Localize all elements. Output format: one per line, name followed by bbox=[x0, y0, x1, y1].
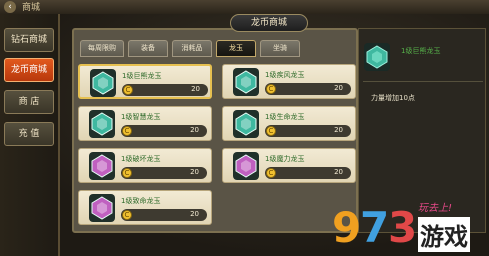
menu-store[interactable]: 商 店 bbox=[4, 90, 54, 114]
dragon-coin-icon: C bbox=[266, 84, 276, 94]
dragon-coin-icon: C bbox=[266, 126, 276, 136]
dragon-jade-gem-icon bbox=[89, 152, 115, 180]
item-name: 1级魔力龙玉 bbox=[265, 155, 305, 163]
watermark-slogan: 玩去上! bbox=[418, 203, 453, 214]
back-arrow-icon[interactable]: ‹ bbox=[4, 1, 16, 13]
price-bar: C 20 bbox=[122, 84, 208, 96]
shop-item-card[interactable]: 1级疾风龙玉 C 20 bbox=[222, 64, 356, 99]
price-bar: C 20 bbox=[121, 125, 207, 137]
site-watermark-logo: 玩去上! 9 7 3 游戏 bbox=[330, 195, 489, 256]
watermark-digit-7: 7 bbox=[360, 203, 390, 252]
item-price: 20 bbox=[190, 168, 199, 176]
tab-mount[interactable]: 坐骑 bbox=[260, 40, 300, 57]
shop-item-card[interactable]: 1级魔力龙玉 C 20 bbox=[222, 148, 356, 183]
watermark-digit-9: 9 bbox=[332, 203, 362, 252]
watermark-text: 游戏 bbox=[418, 217, 470, 252]
item-name: 1级致命龙玉 bbox=[121, 197, 161, 205]
item-price: 20 bbox=[190, 126, 199, 134]
price-bar: C 20 bbox=[265, 83, 351, 95]
item-name: 1级生命龙玉 bbox=[265, 113, 305, 121]
price-bar: C 20 bbox=[265, 167, 351, 179]
price-bar: C 20 bbox=[265, 125, 351, 137]
detail-item-description: 力量增加10点 bbox=[371, 94, 415, 102]
shop-title: 龙币商城 bbox=[230, 14, 308, 32]
dragon-coin-icon: C bbox=[122, 210, 132, 220]
detail-item-name: 1级巨熊龙玉 bbox=[401, 47, 441, 55]
tab-dragon-jade[interactable]: 龙玉 bbox=[216, 40, 256, 57]
watermark-digit-3: 3 bbox=[388, 203, 418, 252]
dragon-coin-icon: C bbox=[266, 168, 276, 178]
dragon-jade-gem-icon bbox=[90, 69, 116, 97]
shop-item-card[interactable]: 1级巨熊龙玉 C 20 bbox=[78, 64, 212, 99]
item-price: 20 bbox=[334, 168, 343, 176]
dragon-coin-icon: C bbox=[122, 126, 132, 136]
window-title: 商城 bbox=[22, 3, 41, 13]
dragon-coin-icon: C bbox=[122, 168, 132, 178]
item-price: 20 bbox=[190, 210, 199, 218]
item-name: 1级巨熊龙玉 bbox=[122, 72, 162, 80]
tab-weekly-limited[interactable]: 每周限购 bbox=[80, 40, 124, 57]
menu-dragon-coin-shop[interactable]: 龙币商城 bbox=[4, 58, 54, 82]
shop-item-card[interactable]: 1级生命龙玉 C 20 bbox=[222, 106, 356, 141]
price-bar: C 20 bbox=[121, 167, 207, 179]
detail-divider bbox=[363, 81, 483, 82]
dragon-jade-gem-icon bbox=[89, 194, 115, 222]
item-name: 1级智慧龙玉 bbox=[121, 113, 161, 121]
dragon-jade-gem-icon bbox=[364, 43, 390, 71]
tab-equipment[interactable]: 装备 bbox=[128, 40, 168, 57]
item-price: 20 bbox=[334, 84, 343, 92]
menu-diamond-shop[interactable]: 钻石商城 bbox=[4, 28, 54, 52]
item-name: 1级疾风龙玉 bbox=[265, 71, 305, 79]
item-name: 1级破坏龙玉 bbox=[121, 155, 161, 163]
top-bar: ‹ 商城 bbox=[0, 0, 489, 14]
tab-consumables[interactable]: 消耗品 bbox=[172, 40, 212, 57]
dragon-jade-gem-icon bbox=[89, 110, 115, 138]
shop-item-card[interactable]: 1级致命龙玉 C 20 bbox=[78, 190, 212, 225]
dragon-jade-gem-icon bbox=[233, 110, 259, 138]
dragon-jade-gem-icon bbox=[233, 68, 259, 96]
shop-tabs: 每周限购 装备 消耗品 龙玉 坐骑 bbox=[76, 40, 356, 57]
dragon-jade-gem-icon bbox=[233, 152, 259, 180]
shop-item-card[interactable]: 1级破坏龙玉 C 20 bbox=[78, 148, 212, 183]
price-bar: C 20 bbox=[121, 209, 207, 221]
dragon-coin-icon: C bbox=[123, 85, 133, 95]
shop-item-card[interactable]: 1级智慧龙玉 C 20 bbox=[78, 106, 212, 141]
item-grid: 1级巨熊龙玉 C 20 1级疾风龙玉 C 20 1级智慧龙玉 C 20 1级生命龙玉 C 20 1级破坏… bbox=[76, 58, 356, 232]
item-price: 20 bbox=[334, 126, 343, 134]
left-menu: 钻石商城 龙币商城 商 店 充 值 bbox=[0, 14, 60, 256]
menu-recharge[interactable]: 充 值 bbox=[4, 122, 54, 146]
item-price: 20 bbox=[191, 85, 200, 93]
